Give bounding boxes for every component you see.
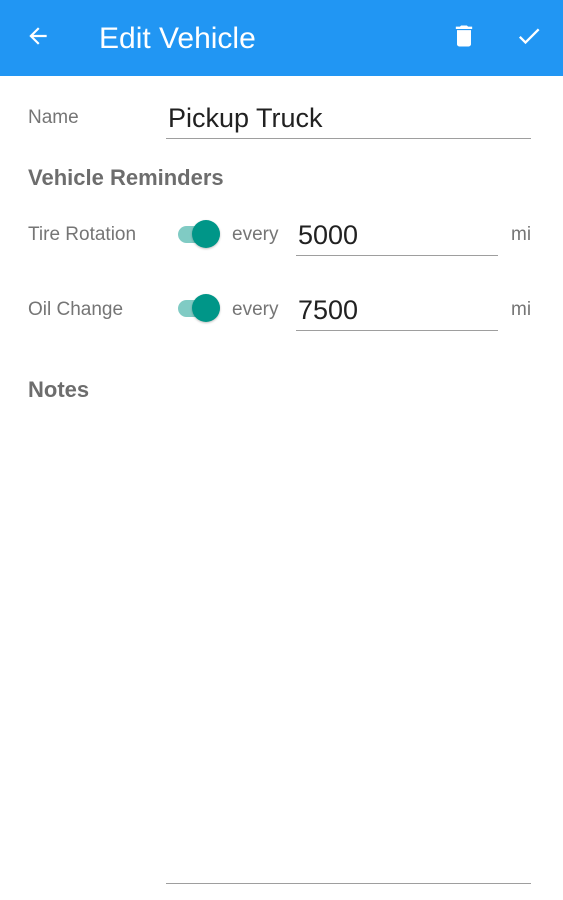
unit-label: mi (511, 224, 532, 245)
tire-rotation-interval-input[interactable] (296, 215, 498, 256)
reminder-label: Oil Change (28, 299, 124, 320)
vehicle-name-input[interactable] (166, 98, 531, 139)
toggle-thumb (192, 294, 220, 322)
delete-button[interactable] (444, 18, 484, 58)
save-button[interactable] (509, 18, 549, 58)
oil-change-toggle[interactable] (176, 293, 222, 323)
notes-textarea[interactable] (166, 420, 531, 884)
every-label: every (232, 224, 279, 245)
vehicle-reminders-header: Vehicle Reminders (28, 165, 224, 190)
app-toolbar: Edit Vehicle (0, 0, 563, 76)
name-label: Name (28, 107, 79, 128)
tire-rotation-toggle[interactable] (176, 219, 222, 249)
toggle-thumb (192, 220, 220, 248)
notes-header: Notes (28, 377, 90, 402)
oil-change-interval-input[interactable] (296, 290, 498, 331)
back-button[interactable] (18, 20, 58, 56)
check-icon (515, 22, 543, 55)
arrow-left-icon (25, 23, 51, 54)
edit-vehicle-screen: Edit Vehicle Name Vehicle Reminders Tire… (0, 0, 563, 900)
page-title: Edit Vehicle (99, 22, 256, 55)
reminder-label: Tire Rotation (28, 224, 137, 245)
unit-label: mi (511, 299, 532, 320)
trash-icon (450, 22, 478, 55)
every-label: every (232, 299, 279, 320)
